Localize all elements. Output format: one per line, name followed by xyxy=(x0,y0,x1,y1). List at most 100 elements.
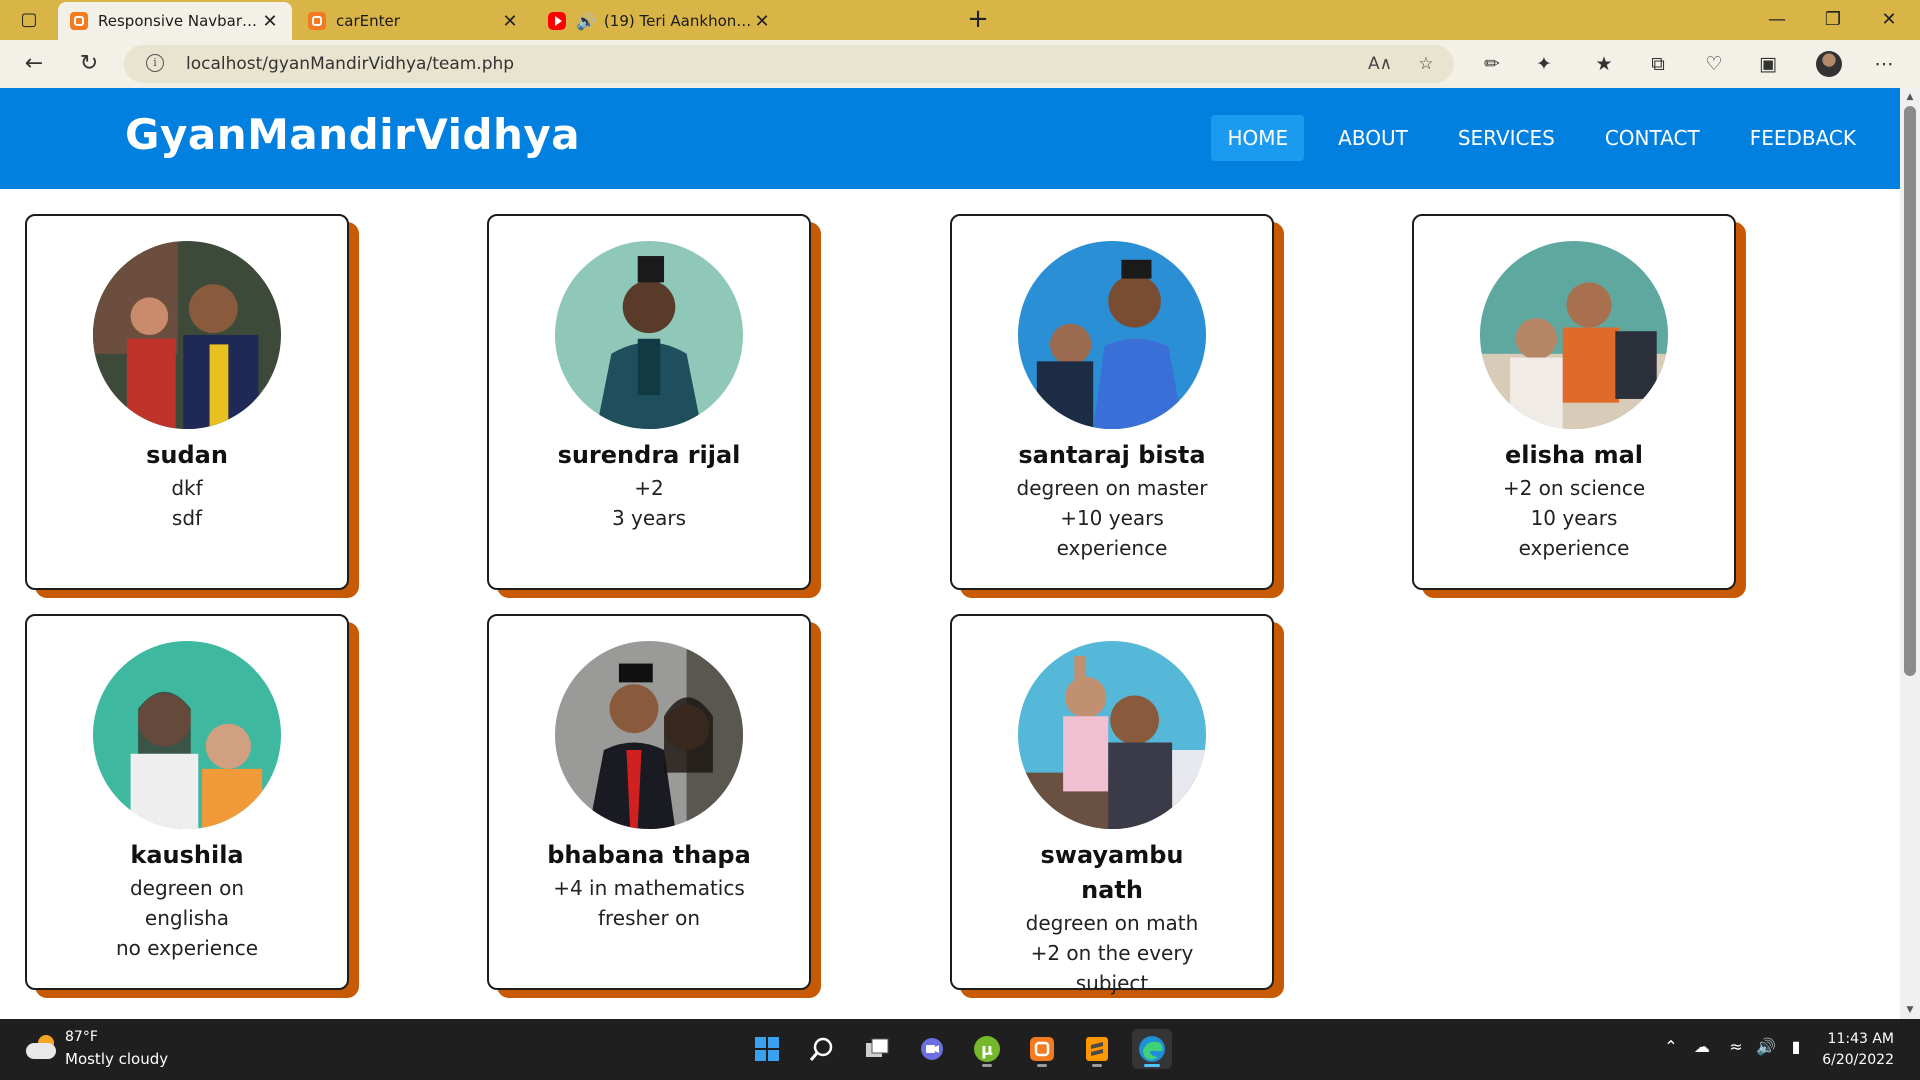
member-detail: experience xyxy=(1056,536,1168,560)
browser-tab-1[interactable]: Responsive Navbar | CodingNepal ✕ xyxy=(58,2,292,40)
xampp-icon xyxy=(70,12,88,30)
edge-browser-icon[interactable] xyxy=(1132,1029,1172,1069)
search-icon[interactable] xyxy=(802,1029,842,1069)
team-card-body: surendra rijal +2 3 years xyxy=(487,214,811,590)
member-name: elisha mal xyxy=(1504,441,1644,469)
member-photo xyxy=(93,641,281,829)
restore-button[interactable]: ❐ xyxy=(1808,4,1858,36)
read-aloud-icon[interactable]: A∧ xyxy=(1368,52,1392,76)
site-info-icon[interactable]: i xyxy=(146,54,164,72)
back-arrow-icon[interactable]: ← xyxy=(18,48,50,80)
browser-tab-3[interactable]: 🔊 (19) Teri Aankhon Mein Song ✕ xyxy=(536,2,784,40)
tab-actions-icon[interactable]: ▢ xyxy=(18,9,40,31)
team-card-body: swayambu nath degreen on math +2 on the … xyxy=(950,614,1274,995)
volume-icon[interactable]: 🔊 xyxy=(1755,1037,1777,1056)
chat-icon[interactable] xyxy=(912,1029,952,1069)
battery-icon[interactable]: ▮ xyxy=(1785,1037,1807,1056)
member-detail: subject xyxy=(1075,971,1149,995)
heart-icon[interactable]: ♡ xyxy=(1700,50,1728,78)
scroll-down-arrow-icon[interactable]: ▼ xyxy=(1900,1001,1920,1019)
browser-tab-2[interactable]: carEnter ✕ xyxy=(296,2,532,40)
team-card-body: kaushila degreen on englisha no experien… xyxy=(25,614,349,990)
member-detail: degreen on math xyxy=(1025,911,1199,935)
close-tab-icon[interactable]: ✕ xyxy=(260,11,280,32)
minimize-button[interactable]: — xyxy=(1752,4,1802,36)
member-detail: englisha xyxy=(144,906,230,930)
refresh-icon[interactable]: ↻ xyxy=(73,48,105,80)
add-favorite-icon[interactable]: ☆ xyxy=(1414,52,1438,76)
member-detail: fresher on xyxy=(597,906,701,930)
member-detail: degreen on xyxy=(129,876,245,900)
tab-title: (19) Teri Aankhon Mein Song xyxy=(603,12,752,30)
close-tab-icon[interactable]: ✕ xyxy=(752,11,772,32)
screenshot-icon[interactable]: ▣ xyxy=(1754,50,1782,78)
onedrive-cloud-icon[interactable]: ☁ xyxy=(1691,1037,1713,1056)
clock-date: 6/20/2022 xyxy=(1822,1052,1894,1068)
profile-avatar[interactable] xyxy=(1816,51,1842,77)
team-card: santaraj bista degreen on master +10 yea… xyxy=(950,214,1284,598)
nav-home[interactable]: HOME xyxy=(1211,115,1305,161)
clock-time: 11:43 AM xyxy=(1827,1031,1894,1047)
team-card-body: sudan dkf sdf xyxy=(25,214,349,590)
show-hidden-icons-icon[interactable]: ⌃ xyxy=(1660,1037,1682,1056)
team-grid: sudan dkf sdf surendra rijal +2 3 years xyxy=(0,189,1900,1019)
site-logo[interactable]: GyanMandirVidhya xyxy=(125,110,580,159)
close-tab-icon[interactable]: ✕ xyxy=(500,11,520,32)
weather-desc[interactable]: Mostly cloudy xyxy=(65,1050,168,1068)
member-name: kaushila xyxy=(130,841,244,869)
member-detail: +2 on the every xyxy=(1030,941,1194,965)
member-name: sudan xyxy=(146,441,228,469)
scroll-up-arrow-icon[interactable]: ▲ xyxy=(1900,88,1920,106)
tab-title: carEnter xyxy=(336,12,400,30)
member-photo xyxy=(555,641,743,829)
nav-contact[interactable]: CONTACT xyxy=(1589,115,1716,161)
eyedropper-icon[interactable]: ✏ xyxy=(1478,50,1506,78)
team-card: swayambu nath degreen on math +2 on the … xyxy=(950,614,1284,998)
address-bar: ← ↻ i localhost/gyanMandirVidhya/team.ph… xyxy=(0,40,1920,89)
svg-text:µ: µ xyxy=(981,1040,993,1059)
close-window-button[interactable]: ✕ xyxy=(1864,4,1914,36)
url-field[interactable]: i localhost/gyanMandirVidhya/team.php A∧… xyxy=(124,45,1454,83)
weather-temp[interactable]: 87°F xyxy=(65,1029,98,1045)
task-view-icon[interactable] xyxy=(857,1029,897,1069)
weather-icon[interactable] xyxy=(26,1035,56,1061)
member-name: nath xyxy=(1081,876,1143,904)
scroll-thumb[interactable] xyxy=(1904,106,1916,676)
start-button[interactable] xyxy=(747,1029,787,1069)
member-photo xyxy=(555,241,743,429)
member-detail: no experience xyxy=(115,936,259,960)
xampp-icon[interactable] xyxy=(1022,1029,1062,1069)
new-tab-button[interactable]: + xyxy=(962,6,994,34)
nav-feedback[interactable]: FEEDBACK xyxy=(1734,115,1872,161)
member-detail: degreen on master xyxy=(1016,476,1208,500)
team-card: surendra rijal +2 3 years xyxy=(487,214,821,598)
favorites-icon[interactable]: ★ xyxy=(1590,50,1618,78)
extensions-icon[interactable]: ✦ xyxy=(1530,50,1558,78)
url-text[interactable]: localhost/gyanMandirVidhya/team.php xyxy=(186,45,514,83)
team-card: bhabana thapa +4 in mathematics fresher … xyxy=(487,614,821,998)
nav-services[interactable]: SERVICES xyxy=(1442,115,1571,161)
utorrent-icon[interactable]: µ xyxy=(967,1029,1007,1069)
sublime-text-icon[interactable] xyxy=(1077,1029,1117,1069)
member-photo xyxy=(1480,241,1668,429)
page-scrollbar[interactable]: ▲ ▼ xyxy=(1900,88,1920,1019)
speaker-icon[interactable]: 🔊 xyxy=(576,12,596,31)
nav-about[interactable]: ABOUT xyxy=(1322,115,1424,161)
system-clock[interactable]: 11:43 AM 6/20/2022 xyxy=(1822,1029,1894,1071)
member-detail: 3 years xyxy=(611,506,687,530)
team-card: elisha mal +2 on science 10 years experi… xyxy=(1412,214,1746,598)
member-detail: +4 in mathematics xyxy=(553,876,745,900)
windows-taskbar: 87°F Mostly cloudy µ ⌃ ☁ ≈ 🔊 ▮ 11:43 AM … xyxy=(0,1019,1920,1080)
more-options-icon[interactable]: ⋯ xyxy=(1870,50,1898,78)
member-detail: +10 years xyxy=(1060,506,1164,530)
member-detail: sdf xyxy=(171,506,203,530)
wifi-icon[interactable]: ≈ xyxy=(1725,1037,1747,1056)
member-name: bhabana thapa xyxy=(547,841,751,869)
team-card-body: santaraj bista degreen on master +10 yea… xyxy=(950,214,1274,590)
team-card: sudan dkf sdf xyxy=(25,214,359,598)
youtube-icon xyxy=(548,12,566,30)
xampp-icon xyxy=(308,12,326,30)
collections-icon[interactable]: ⧉ xyxy=(1644,50,1672,78)
member-name: swayambu xyxy=(1040,841,1184,869)
member-name: surendra rijal xyxy=(557,441,741,469)
